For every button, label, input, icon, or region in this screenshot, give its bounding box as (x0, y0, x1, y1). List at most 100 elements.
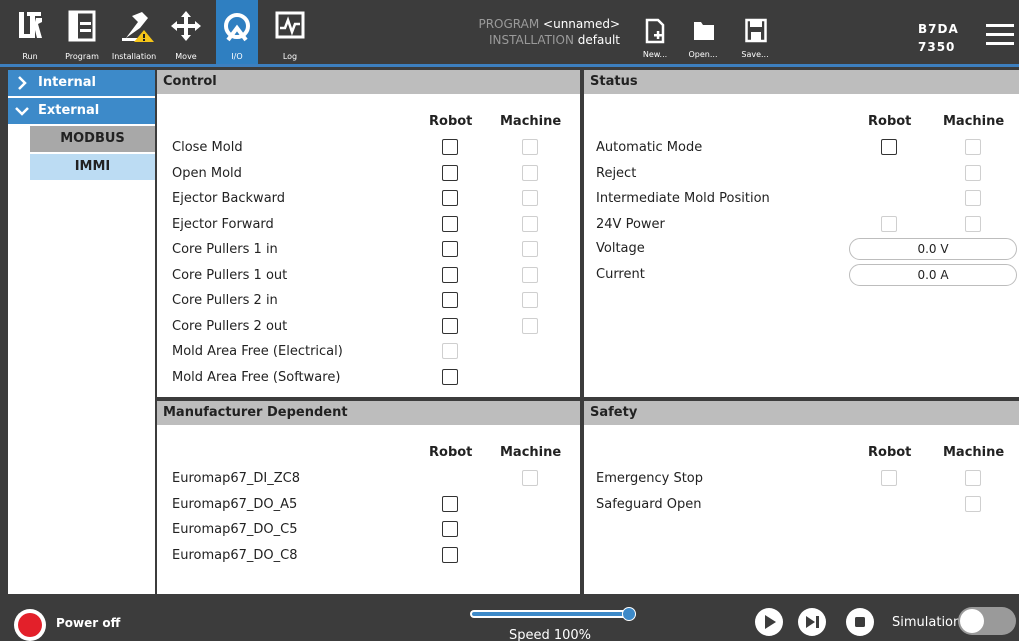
io-icon (224, 13, 250, 42)
nav-move-button[interactable]: Move (166, 0, 206, 64)
tree-item-internal[interactable]: Internal (8, 70, 155, 96)
robot-checkbox[interactable] (881, 139, 897, 155)
nav-log-button[interactable]: Log (270, 0, 310, 64)
simulation-toggle[interactable] (958, 607, 1016, 635)
speed-slider-knob[interactable] (622, 607, 636, 621)
io-row-label: Open Mold (172, 165, 242, 181)
io-row-label: Core Pullers 1 out (172, 267, 288, 283)
machine-checkbox (522, 215, 538, 232)
power-label: Power off (56, 616, 121, 630)
open-file-label: Open... (688, 50, 718, 59)
machine-checkbox (522, 317, 538, 334)
new-file-button[interactable]: New... (632, 14, 678, 62)
serial-line-1: B7DA (918, 22, 959, 36)
current-readout: 0.0 A (849, 264, 1017, 286)
hamburger-menu-icon[interactable] (986, 24, 1014, 46)
robot-checkbox[interactable] (442, 521, 458, 537)
program-icon (68, 10, 96, 42)
manufacturer-panel-title: Manufacturer Dependent (157, 401, 580, 425)
open-file-button[interactable]: Open... (680, 14, 726, 62)
program-line: PROGRAM <unnamed> (440, 16, 620, 32)
manufacturer-col-machine: Machine (500, 445, 562, 460)
power-button[interactable] (14, 609, 46, 641)
tree-item-modbus[interactable]: MODBUS (30, 126, 155, 152)
machine-checkbox (965, 495, 981, 512)
control-col-machine: Machine (500, 114, 562, 129)
save-file-label: Save... (741, 50, 769, 59)
robot-checkbox (442, 343, 458, 359)
machine-checkbox (965, 215, 981, 232)
status-panel: Status Robot Machine Automatic Mode Rejec… (584, 70, 1019, 397)
io-row-label: Ejector Backward (172, 191, 286, 206)
tree-item-external[interactable]: External (8, 98, 155, 124)
nav-log-label: Log (282, 52, 298, 61)
status-panel-title: Status (584, 70, 1019, 94)
installation-line: INSTALLATION default (440, 32, 620, 48)
io-row-label: Emergency Stop (596, 471, 704, 486)
safety-panel: Safety Robot Machine Emergency Stop Safeg… (584, 401, 1019, 594)
step-button[interactable] (798, 608, 826, 636)
robot-checkbox[interactable] (442, 190, 458, 206)
robot-checkbox[interactable] (442, 317, 458, 334)
robot-checkbox[interactable] (442, 139, 458, 155)
new-file-icon (645, 18, 665, 44)
nav-run-button[interactable]: Run (10, 0, 50, 64)
robot-checkbox[interactable] (442, 368, 458, 385)
play-icon (765, 615, 776, 629)
robot-checkbox[interactable] (442, 215, 458, 232)
io-row-label: Euromap67_DO_C8 (172, 547, 298, 563)
serial-line-2: 7350 (918, 40, 956, 54)
save-file-button[interactable]: Save... (732, 14, 778, 62)
nav-program-button[interactable]: Program (62, 0, 102, 64)
move-icon (171, 11, 201, 41)
tree-item-immi[interactable]: IMMI (30, 154, 155, 180)
chevron-right-icon (18, 76, 27, 90)
robot-checkbox (881, 215, 897, 232)
stop-icon (855, 617, 865, 627)
io-row-label: Euromap67_DO_A5 (172, 496, 298, 512)
stop-button[interactable] (846, 608, 874, 636)
io-row-label: Close Mold (172, 140, 243, 155)
status-col-machine: Machine (943, 114, 1005, 129)
nav-installation-button[interactable]: Installation (112, 0, 156, 64)
machine-checkbox (965, 164, 981, 181)
control-panel-title: Control (157, 70, 580, 94)
tree-item-external-label: External (38, 103, 100, 118)
robot-checkbox[interactable] (442, 495, 458, 512)
io-row-label: Ejector Forward (172, 216, 274, 232)
robot-checkbox[interactable] (442, 292, 458, 308)
installation-icon (122, 12, 154, 42)
control-col-robot: Robot (429, 114, 473, 129)
nav-io-button[interactable]: I/O (216, 0, 258, 64)
io-row-label: Mold Area Free (Software) (172, 369, 341, 385)
robot-checkbox[interactable] (442, 241, 458, 257)
robot-checkbox[interactable] (442, 266, 458, 283)
machine-checkbox (965, 470, 981, 486)
simulation-label: Simulation (892, 615, 962, 630)
machine-checkbox (965, 139, 981, 155)
nav-installation-label: Installation (111, 52, 157, 61)
chevron-down-icon (15, 107, 29, 116)
robot-checkbox[interactable] (442, 164, 458, 181)
manufacturer-col-robot: Robot (429, 445, 473, 460)
tree-item-internal-label: Internal (38, 75, 97, 90)
machine-checkbox (522, 292, 538, 308)
save-icon (745, 18, 767, 43)
io-row-label: Euromap67_DO_C5 (172, 522, 298, 537)
speed-slider[interactable] (470, 607, 636, 621)
new-file-label: New... (642, 50, 668, 59)
log-icon (275, 11, 305, 39)
play-button[interactable] (755, 608, 783, 636)
installation-key: INSTALLATION (488, 33, 574, 47)
nav-move-label: Move (175, 52, 197, 61)
io-row-label: Core Pullers 2 out (172, 318, 288, 334)
robot-checkbox[interactable] (442, 546, 458, 563)
step-icon (806, 616, 819, 628)
power-off-indicator-icon (18, 613, 42, 637)
io-row-label: 24V Power (596, 216, 665, 232)
io-row-label: Core Pullers 2 in (172, 293, 278, 308)
io-row-label: Intermediate Mold Position (596, 191, 770, 206)
io-row-label: Reject (596, 165, 637, 181)
program-info: PROGRAM <unnamed> INSTALLATION default (440, 16, 620, 48)
current-label: Current (596, 267, 645, 282)
